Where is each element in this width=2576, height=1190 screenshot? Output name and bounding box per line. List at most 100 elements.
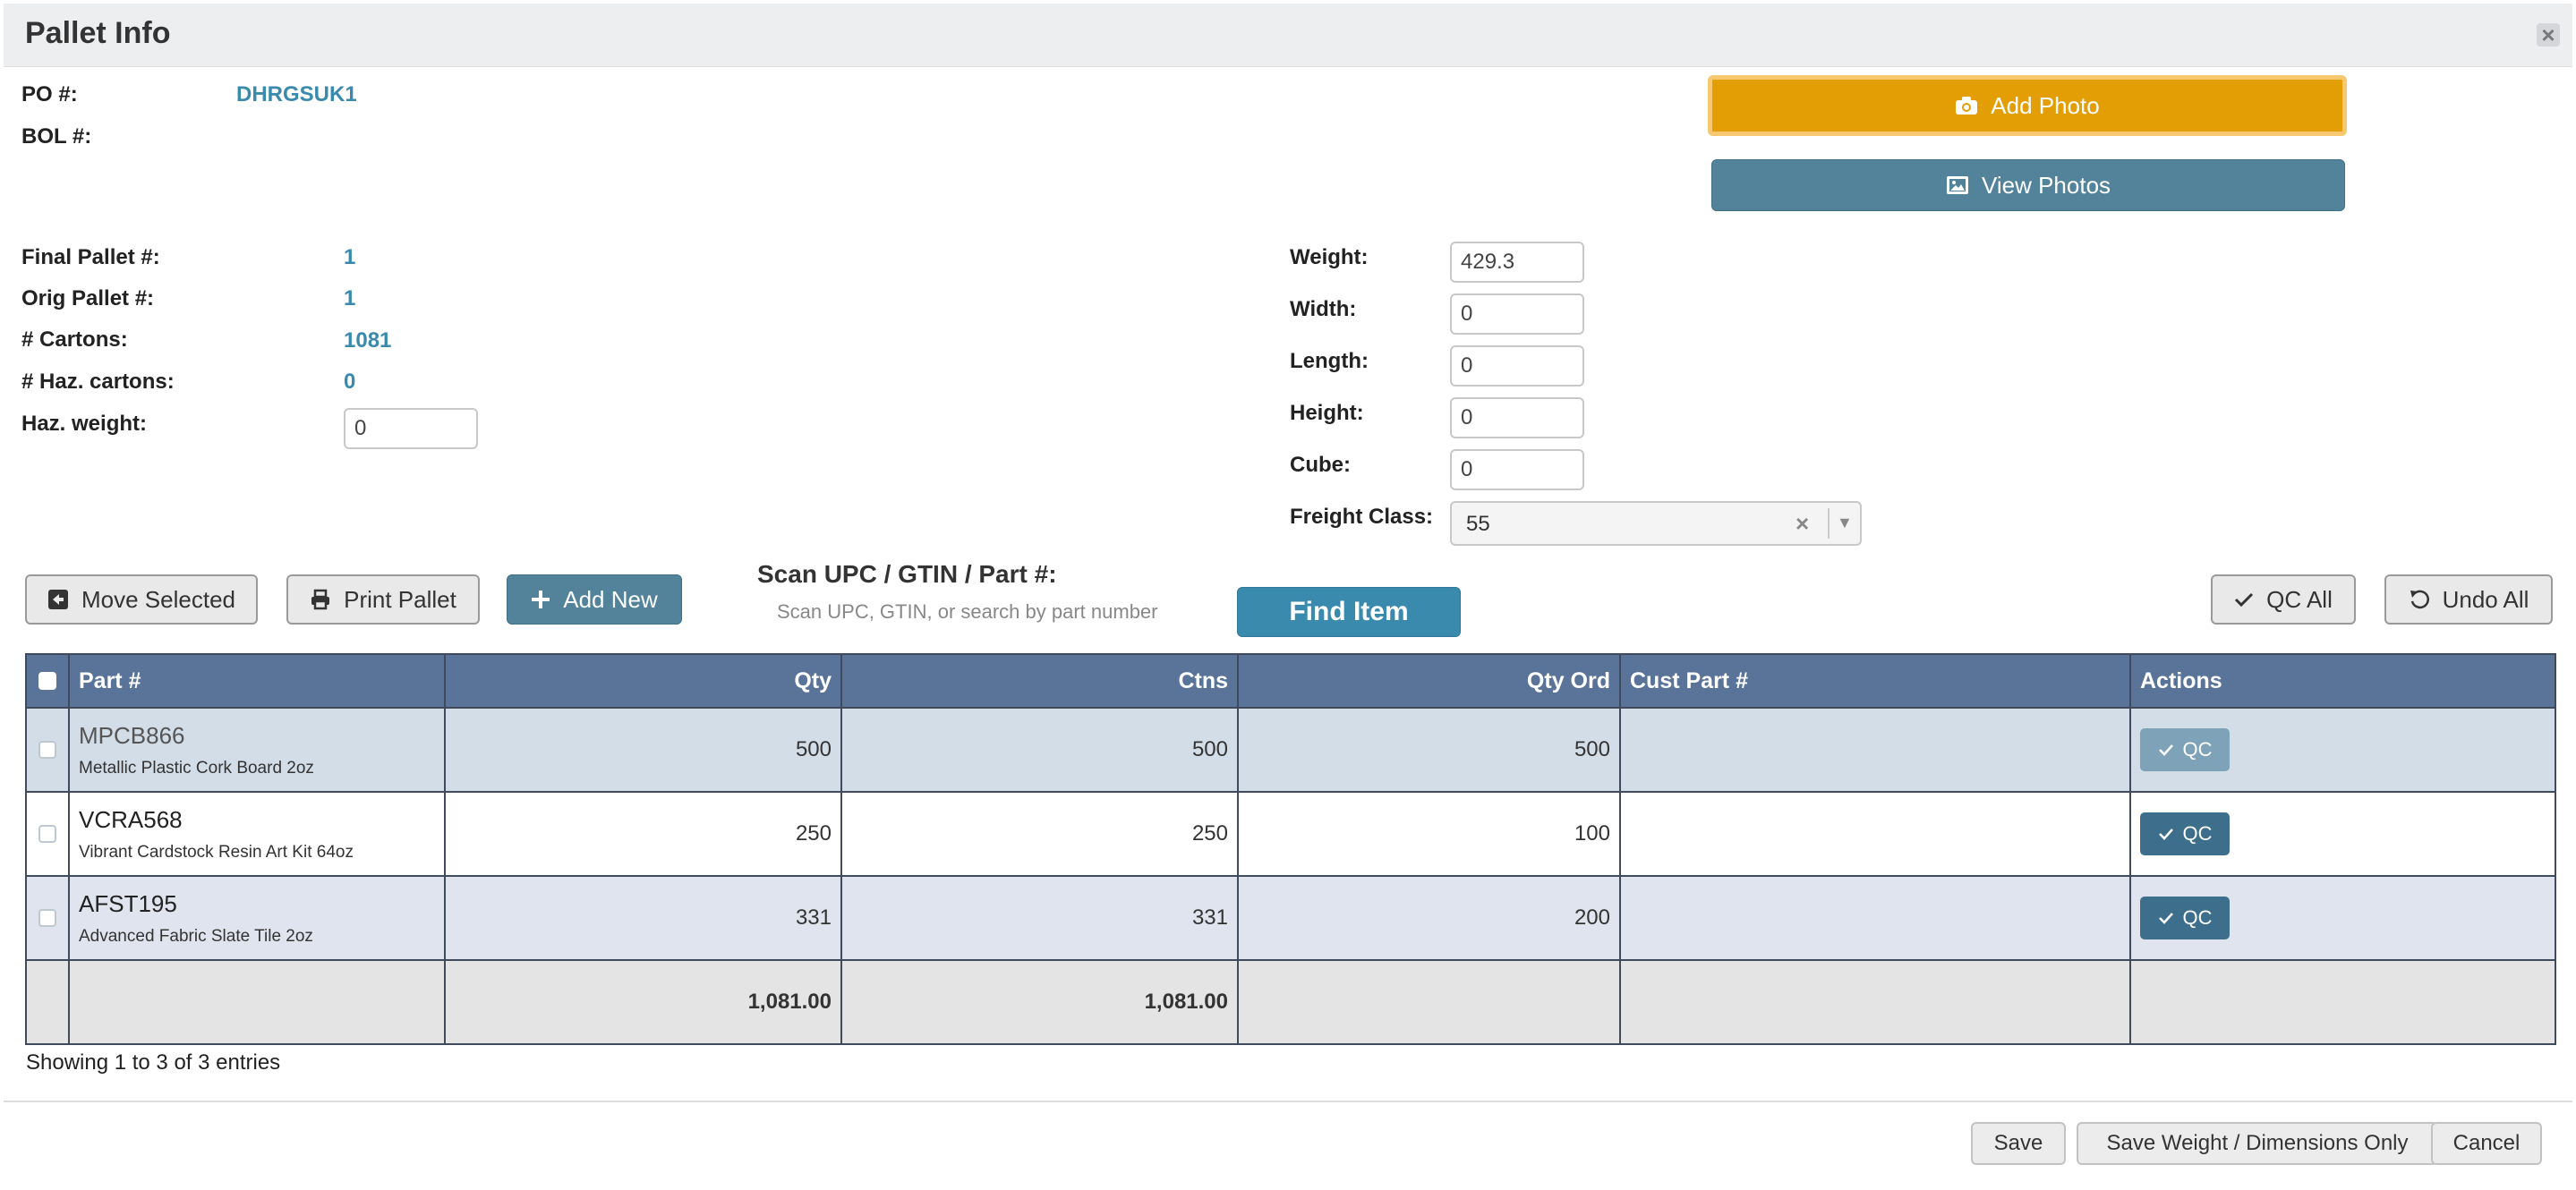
row-checkbox[interactable] [38,825,56,843]
ctns-cell: 331 [840,875,1239,961]
row-select-cell[interactable] [25,875,70,961]
length-label: Length: [1290,349,1369,373]
qty-cell: 331 [444,875,842,961]
final-pallet-label: Final Pallet #: [21,245,160,269]
table-row[interactable]: VCRA568 Vibrant Cardstock Resin Art Kit … [25,791,2556,877]
orig-pallet-label: Orig Pallet #: [21,286,155,310]
qc-button[interactable]: QC [2140,897,2230,939]
cust-part-cell [1619,875,2131,961]
move-selected-button[interactable]: Move Selected [25,574,258,625]
undo-icon [2409,589,2430,610]
qty-ord-cell: 500 [1237,707,1621,793]
ctns-cell: 250 [840,791,1239,877]
totals-empty-cell [2129,959,2556,1045]
add-photo-button[interactable]: Add Photo [1708,75,2347,136]
add-new-label: Add New [563,585,658,613]
bol-label: BOL #: [21,124,92,149]
qc-all-button[interactable]: QC All [2211,574,2356,625]
undo-all-label: Undo All [2442,585,2529,613]
row-select-cell[interactable] [25,791,70,877]
save-button[interactable]: Save [1971,1122,2066,1165]
cube-label: Cube: [1290,453,1351,477]
print-pallet-label: Print Pallet [344,585,456,613]
total-qty: 1,081.00 [444,959,842,1045]
row-checkbox[interactable] [38,909,56,927]
dialog-title: Pallet Info [25,16,171,50]
find-item-button[interactable]: Find Item [1237,587,1461,637]
check-icon [2158,912,2174,924]
weight-label: Weight: [1290,245,1369,269]
haz-weight-input[interactable] [344,408,478,449]
select-separator [1828,508,1830,539]
add-photo-label: Add Photo [1991,91,2100,119]
actions-cell: QC [2129,875,2556,961]
weight-input[interactable] [1450,242,1584,283]
move-left-icon [47,589,69,610]
freight-class-label: Freight Class: [1290,505,1434,529]
totals-empty-cell [1237,959,1621,1045]
qty-ord-cell: 200 [1237,875,1621,961]
header-qty[interactable]: Qty [444,653,842,709]
check-icon [2158,744,2174,756]
scan-input[interactable] [757,594,1244,630]
totals-empty-cell [68,959,446,1045]
table-header-row: Part # Qty Ctns Qty Ord Cust Part # Acti… [25,653,2556,709]
qc-button[interactable]: QC [2140,812,2230,855]
cube-input[interactable] [1450,449,1584,490]
part-number: AFST195 [79,889,177,917]
total-ctns: 1,081.00 [840,959,1239,1045]
cust-part-cell [1619,791,2131,877]
width-label: Width: [1290,297,1357,321]
qc-button[interactable]: QC [2140,728,2230,771]
freight-class-select[interactable]: 55 × ▼ [1450,501,1862,546]
header-part[interactable]: Part # [68,653,446,709]
header-cust-part[interactable]: Cust Part # [1619,653,2131,709]
totals-row: 1,081.00 1,081.00 [25,959,2556,1045]
width-input[interactable] [1450,293,1584,335]
header-qty-ord[interactable]: Qty Ord [1237,653,1621,709]
part-description: Advanced Fabric Slate Tile 2oz [79,926,313,946]
part-number: VCRA568 [79,805,183,833]
image-icon [1946,175,1969,195]
printer-icon [310,589,331,610]
undo-all-button[interactable]: Undo All [2384,574,2553,625]
save-dimensions-button[interactable]: Save Weight / Dimensions Only [2077,1122,2438,1165]
po-label: PO #: [21,82,78,106]
qty-cell: 250 [444,791,842,877]
plus-icon [531,590,550,609]
close-icon[interactable]: × [2537,23,2560,47]
row-select-cell[interactable] [25,707,70,793]
height-label: Height: [1290,401,1364,425]
header-actions: Actions [2129,653,2556,709]
cust-part-cell [1619,707,2131,793]
chevron-down-icon[interactable]: ▼ [1837,514,1853,532]
add-new-button[interactable]: Add New [507,574,682,625]
final-pallet-value: 1 [344,245,356,269]
ctns-cell: 500 [840,707,1239,793]
po-value: DHRGSUK1 [236,82,357,106]
clear-icon[interactable]: × [1796,510,1809,538]
length-input[interactable] [1450,345,1584,387]
header-ctns[interactable]: Ctns [840,653,1239,709]
qc-all-label: QC All [2266,585,2333,613]
part-number: MPCB866 [79,721,185,749]
select-all-cell[interactable] [25,653,70,709]
qc-label: QC [2182,738,2213,761]
qc-label: QC [2182,906,2213,929]
cancel-button[interactable]: Cancel [2431,1122,2542,1165]
qty-ord-cell: 100 [1237,791,1621,877]
table-row[interactable]: AFST195 Advanced Fabric Slate Tile 2oz 3… [25,875,2556,961]
print-pallet-button[interactable]: Print Pallet [286,574,480,625]
row-checkbox[interactable] [38,741,56,759]
table-row[interactable]: MPCB866 Metallic Plastic Cork Board 2oz … [25,707,2556,793]
view-photos-label: View Photos [1981,171,2111,199]
part-description: Vibrant Cardstock Resin Art Kit 64oz [79,842,354,862]
qc-label: QC [2182,822,2213,845]
view-photos-button[interactable]: View Photos [1711,159,2345,211]
haz-weight-label: Haz. weight: [21,412,148,436]
select-all-checkbox[interactable] [38,672,56,690]
part-cell: VCRA568 Vibrant Cardstock Resin Art Kit … [68,791,446,877]
orig-pallet-value: 1 [344,286,356,310]
height-input[interactable] [1450,397,1584,438]
cartons-value: 1081 [344,328,392,353]
